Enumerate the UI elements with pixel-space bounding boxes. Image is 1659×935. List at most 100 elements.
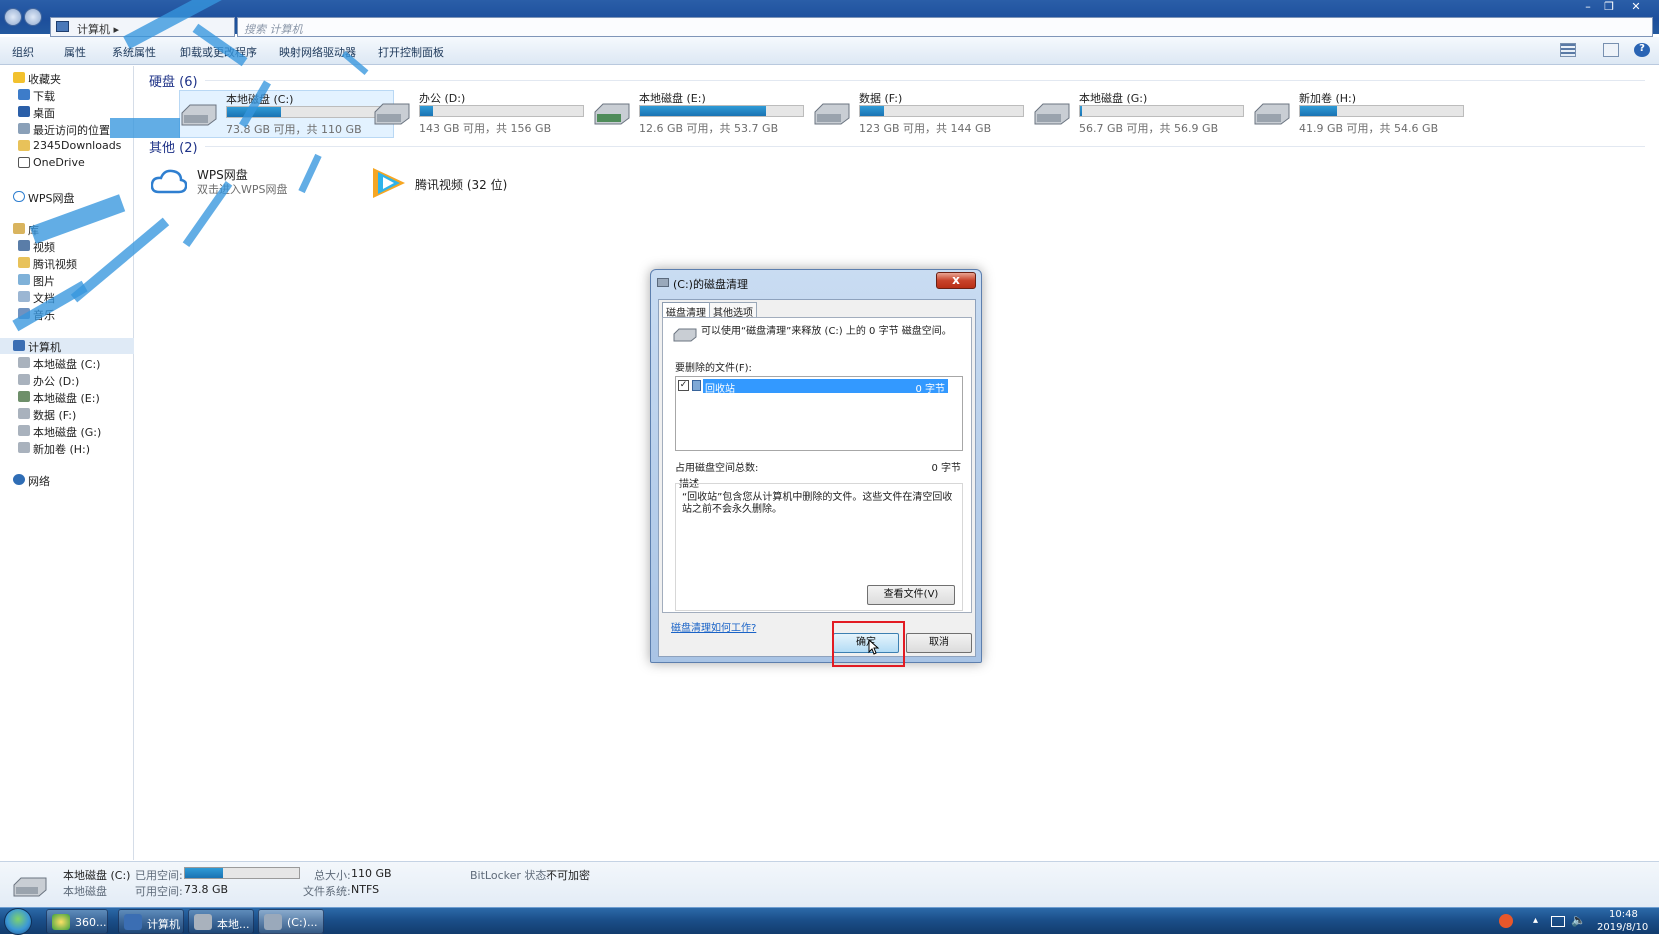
hard-drive-icon (1033, 102, 1071, 126)
files-to-delete-label: 要删除的文件(F): (675, 363, 752, 374)
sidebar-item-favorites[interactable]: 收藏夹 (0, 70, 134, 86)
forward-button[interactable] (24, 8, 42, 26)
hard-drive-icon (18, 374, 30, 385)
hard-drive-icon (18, 391, 30, 402)
minimize-button[interactable]: – (1577, 1, 1599, 15)
drive-tile-h[interactable]: 新加卷 (H:) 41.9 GB 可用，共 54.6 GB (1253, 90, 1468, 138)
sidebar-item-network[interactable]: 网络 (0, 472, 134, 488)
details-used-label: 已用空间: (135, 869, 183, 882)
dialog-close-button[interactable]: x (936, 272, 976, 289)
sidebar-item-drive-f[interactable]: 数据 (F:) (0, 406, 134, 422)
help-link[interactable]: 磁盘清理如何工作? (671, 619, 756, 634)
taskbar-item-360[interactable]: 360... (46, 909, 108, 934)
drive-tile-f[interactable]: 数据 (F:) 123 GB 可用，共 144 GB (813, 90, 1028, 138)
details-pane: 本地磁盘 (C:) 本地磁盘 已用空间: 可用空间: 73.8 GB 总大小: … (0, 861, 1659, 907)
maximize-button[interactable]: ❐ (1598, 1, 1620, 15)
tab-panel: 可以使用“磁盘清理”来释放 (C:) 上的 0 字节 磁盘空间。 要删除的文件(… (662, 317, 972, 613)
picture-library-icon (18, 274, 30, 285)
list-item[interactable]: ✓ 回收站 0 字节 (678, 379, 960, 395)
preview-pane-icon[interactable] (1603, 43, 1619, 57)
navigation-pane: 收藏夹 下载 桌面 最近访问的位置 2345Downloads OneDrive… (0, 66, 134, 860)
wps-cloud-tile[interactable]: WPS网盘 双击进入WPS网盘 (150, 164, 351, 212)
hard-drive-icon (12, 876, 48, 898)
sogou-ime-icon[interactable] (1499, 914, 1513, 928)
details-free-label: 可用空间: (135, 885, 183, 898)
file-item-selected[interactable]: 回收站 0 字节 (703, 379, 948, 395)
show-hidden-icons-icon[interactable]: ▴ (1533, 915, 1538, 926)
360-icon (52, 914, 70, 930)
taskbar: 360... 计算机 本地... (C:)... ▴ 🔈 10:48 2019/… (0, 907, 1659, 935)
system-tray: ▴ 🔈 10:48 2019/8/10 (1499, 908, 1659, 935)
usage-bar (859, 105, 1024, 117)
details-drive-name: 本地磁盘 (C:) (63, 869, 131, 882)
details-total-label: 总大小: (314, 869, 351, 882)
hard-drive-icon (593, 102, 631, 126)
folder-icon (18, 257, 30, 268)
action-center-icon[interactable] (1551, 916, 1565, 927)
drive-tile-d[interactable]: 办公 (D:) 143 GB 可用，共 156 GB (373, 90, 588, 138)
taskbar-item-computer[interactable]: 计算机 (118, 909, 184, 934)
organize-menu[interactable]: 组织 (12, 44, 34, 60)
open-control-panel-button[interactable]: 打开控制面板 (378, 44, 444, 60)
hard-drive-icon (813, 102, 851, 126)
back-button[interactable] (4, 8, 22, 26)
sidebar-item-drive-d[interactable]: 办公 (D:) (0, 372, 134, 388)
details-fs-value: NTFS (351, 883, 380, 896)
hard-drive-icon (18, 442, 30, 453)
sidebar-item-videos[interactable]: 视频 (0, 238, 134, 254)
recycle-bin-checkbox[interactable]: ✓ (678, 380, 689, 391)
cancel-button[interactable]: 取消 (906, 633, 972, 653)
change-view-icon[interactable] (1560, 43, 1576, 57)
sidebar-item-onedrive[interactable]: OneDrive (0, 155, 134, 171)
sidebar-item-downloads[interactable]: 下载 (0, 87, 134, 103)
tencent-video-tile[interactable]: 腾讯视频 (32 位) (369, 164, 569, 212)
hard-drive-icon (18, 357, 30, 368)
group-header-hard-drives[interactable]: 硬盘 (6) (149, 71, 198, 90)
usage-bar (639, 105, 804, 117)
clock-time[interactable]: 10:48 (1609, 909, 1638, 920)
network-icon (13, 474, 25, 485)
hard-drive-icon (373, 102, 411, 126)
disk-cleanup-dialog: (C:)的磁盘清理 x 磁盘清理 其他选项 可以使用“磁盘清理”来释放 (C:)… (650, 269, 982, 663)
drive-tile-g[interactable]: 本地磁盘 (G:) 56.7 GB 可用，共 56.9 GB (1033, 90, 1248, 138)
view-files-button[interactable]: 查看文件(V) (867, 585, 955, 605)
taskbar-item-local-disk[interactable]: 本地... (188, 909, 254, 934)
sidebar-item-drive-h[interactable]: 新加卷 (H:) (0, 440, 134, 456)
dialog-title: (C:)的磁盘清理 (673, 278, 748, 291)
details-fs-label: 文件系统: (303, 885, 351, 898)
computer-icon (13, 340, 25, 351)
sidebar-item-computer[interactable]: 计算机 (0, 338, 134, 354)
hard-drive-icon (180, 103, 218, 127)
address-path: 计算机 ▸ (77, 23, 120, 36)
help-icon[interactable]: ? (1634, 43, 1650, 57)
computer-icon (124, 914, 142, 930)
properties-button[interactable]: 属性 (64, 44, 86, 60)
sidebar-item-pictures[interactable]: 图片 (0, 272, 134, 288)
sidebar-item-drive-g[interactable]: 本地磁盘 (G:) (0, 423, 134, 439)
hard-drive-icon (194, 914, 212, 930)
file-item-name: 回收站 (705, 384, 735, 395)
clock-date[interactable]: 2019/8/10 (1597, 922, 1648, 933)
tab-disk-cleanup[interactable]: 磁盘清理 (662, 302, 710, 319)
usage-bar (1299, 105, 1464, 117)
mouse-cursor-icon (868, 638, 880, 655)
group-header-other[interactable]: 其他 (2) (149, 137, 198, 156)
drive-tile-e[interactable]: 本地磁盘 (E:) 12.6 GB 可用，共 53.7 GB (593, 90, 808, 138)
sidebar-item-drive-c[interactable]: 本地磁盘 (C:) (0, 355, 134, 371)
sidebar-item-2345downloads[interactable]: 2345Downloads (0, 138, 134, 154)
close-window-button[interactable]: ✕ (1625, 1, 1647, 15)
drive-tile-c[interactable]: 本地磁盘 (C:) 73.8 GB 可用，共 110 GB (179, 90, 394, 138)
total-space-label: 占用磁盘空间总数: (675, 463, 759, 474)
video-library-icon (18, 240, 30, 251)
group-divider (205, 146, 1645, 147)
sidebar-item-drive-e[interactable]: 本地磁盘 (E:) (0, 389, 134, 405)
search-input[interactable]: 搜索 计算机 (237, 17, 1653, 37)
command-bar: 组织 属性 系统属性 卸载或更改程序 映射网络驱动器 打开控制面板 ? (0, 37, 1659, 65)
download-folder-icon (18, 89, 30, 100)
tab-more-options[interactable]: 其他选项 (709, 302, 757, 319)
files-list: ✓ 回收站 0 字节 (675, 376, 963, 451)
start-button[interactable] (4, 908, 32, 935)
volume-icon[interactable]: 🔈 (1571, 913, 1586, 927)
taskbar-item-disk-cleanup[interactable]: (C:)... (258, 909, 324, 934)
details-bitlocker-label: BitLocker 状态: (470, 869, 551, 882)
